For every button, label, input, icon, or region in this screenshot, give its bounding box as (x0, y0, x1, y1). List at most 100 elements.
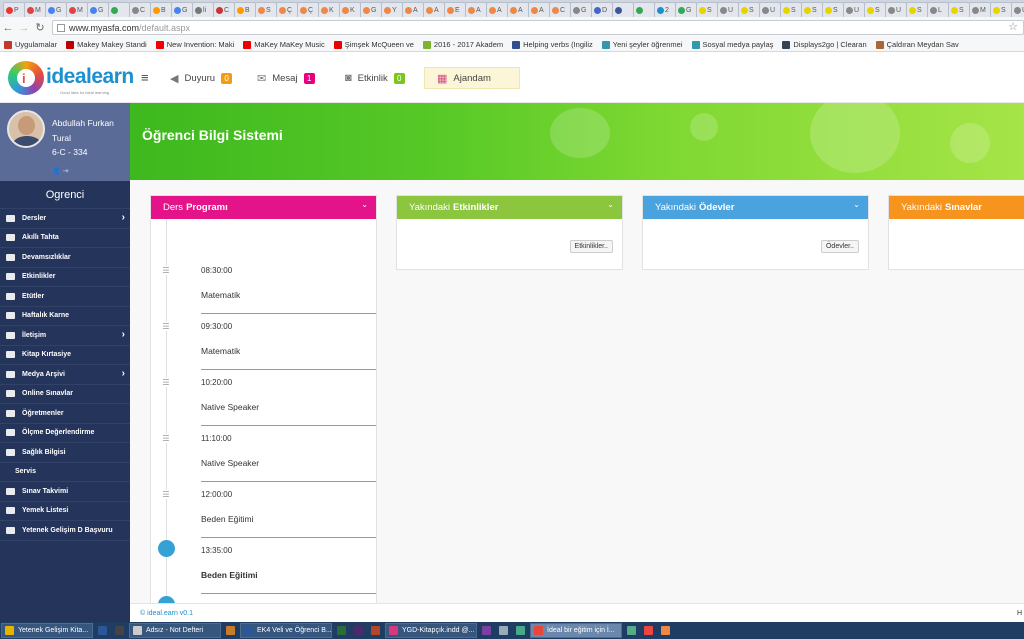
browser-tab[interactable]: D (591, 2, 613, 17)
browser-tab[interactable]: G (171, 2, 193, 17)
sidebar-item[interactable]: Medya Arşivi › (0, 365, 130, 385)
taskbar-item[interactable] (658, 623, 673, 638)
ders-programi-header[interactable]: Ders Programı ⌄ (151, 196, 376, 219)
ajandam-button[interactable]: ▦ Ajandam (424, 67, 520, 89)
bookmark-item[interactable]: 2016 - 2017 Akadem (422, 40, 503, 49)
etkinlik-button[interactable]: ◙ Etkinlik 0 (345, 67, 405, 89)
taskbar-item[interactable]: YGD-Kitapçık.indd @... (385, 623, 477, 638)
etkinlikler-button[interactable]: Etkinlikler.. (569, 240, 613, 253)
sidebar-item[interactable]: Online Sınavlar (0, 385, 130, 404)
chevron-down-icon[interactable]: ⌄ (853, 200, 860, 209)
odevler-button[interactable]: Ödevler.. (820, 240, 859, 253)
sidebar-item[interactable]: Ölçme Değerlendirme (0, 424, 130, 443)
browser-tab[interactable]: A (486, 2, 508, 17)
browser-tab[interactable]: K (339, 2, 361, 17)
browser-tab[interactable]: U (717, 2, 739, 17)
mesaj-button[interactable]: ✉ Mesaj 1 (257, 67, 315, 89)
browser-tab[interactable]: U (1011, 2, 1024, 17)
browser-tab[interactable] (612, 2, 634, 17)
chevron-down-icon[interactable]: ⌄ (607, 200, 614, 209)
sidebar-item[interactable]: Dersler › (0, 209, 130, 229)
browser-tab[interactable]: K (318, 2, 340, 17)
taskbar-item[interactable] (496, 623, 511, 638)
sidebar-item[interactable]: Etkinlikler (0, 268, 130, 287)
browser-tab[interactable]: S (822, 2, 844, 17)
bookmark-item[interactable]: Helping verbs (Ingiliz (512, 40, 593, 49)
etkinlikler-header[interactable]: Yakındaki Etkinlikler ⌄ (397, 196, 622, 219)
sidebar-item[interactable]: Öğretmenler (0, 404, 130, 424)
browser-tab[interactable]: S (738, 2, 760, 17)
browser-tab[interactable]: Ç (297, 2, 319, 17)
sidebar-item[interactable]: İletişim › (0, 326, 130, 346)
browser-tab[interactable]: G (45, 2, 67, 17)
menu-toggle-icon[interactable]: ≡ (141, 70, 149, 85)
taskbar-item[interactable] (479, 623, 494, 638)
url-input[interactable]: www.myasfa.com/default.aspx (52, 20, 1024, 35)
browser-tab[interactable]: Ç (276, 2, 298, 17)
browser-tab[interactable]: P (3, 2, 25, 17)
bookmark-item[interactable]: New Invention: Maki (155, 40, 234, 49)
sidebar-item[interactable]: Etütler (0, 287, 130, 307)
browser-tab[interactable]: U (759, 2, 781, 17)
browser-tab[interactable]: A (528, 2, 550, 17)
browser-tab[interactable]: A (465, 2, 487, 17)
browser-tab[interactable]: 2 (654, 2, 676, 17)
logout-icon[interactable]: ⇥ (63, 168, 69, 175)
taskbar-item[interactable] (334, 623, 349, 638)
sidebar-item[interactable]: Kitap Kırtasiye (0, 346, 130, 365)
browser-tab[interactable]: A (507, 2, 529, 17)
browser-tab[interactable]: M (969, 2, 991, 17)
browser-tab[interactable]: S (990, 2, 1012, 17)
taskbar-item[interactable]: İdeal bir eğitim için İ... (530, 623, 622, 638)
sidebar-item[interactable]: Sınav Takvimi (0, 482, 130, 502)
browser-tab[interactable]: S (801, 2, 823, 17)
bookmark-item[interactable]: Makey Makey Standi (66, 40, 147, 49)
browser-tab[interactable]: M (66, 2, 88, 17)
taskbar-item[interactable] (112, 623, 127, 638)
browser-tab[interactable]: S (255, 2, 277, 17)
browser-tab[interactable]: G (675, 2, 697, 17)
avatar[interactable] (7, 110, 45, 148)
browser-tab[interactable]: C (213, 2, 235, 17)
sidebar-item[interactable]: Yemek Listesi (0, 502, 130, 521)
browser-tab[interactable]: S (864, 2, 886, 17)
bookmark-star-icon[interactable]: ☆ (1008, 20, 1018, 33)
user-icon[interactable]: 👤 (52, 168, 61, 175)
taskbar-item[interactable] (223, 623, 238, 638)
browser-tab[interactable]: li (192, 2, 214, 17)
taskbar-item[interactable] (624, 623, 639, 638)
browser-tab[interactable]: U (885, 2, 907, 17)
bookmark-item[interactable]: Yeni şeyler öğrenmei (601, 40, 683, 49)
browser-tab[interactable]: B (234, 2, 256, 17)
browser-tab[interactable]: S (948, 2, 970, 17)
browser-tab[interactable]: C (129, 2, 151, 17)
browser-tab[interactable]: G (570, 2, 592, 17)
taskbar-item[interactable] (95, 623, 110, 638)
taskbar-item[interactable]: Adsız - Not Defteri (129, 623, 221, 638)
browser-tab[interactable]: S (780, 2, 802, 17)
bookmark-item[interactable]: Displays2go | Clearan (782, 40, 867, 49)
bookmark-item[interactable]: Çaldıran Meydan Sav (875, 40, 959, 49)
browser-tab[interactable]: U (843, 2, 865, 17)
sidebar-item[interactable]: Yetenek Gelişim D Başvuru (0, 521, 130, 541)
taskbar-item[interactable] (351, 623, 366, 638)
bookmark-item[interactable]: Sosyal medya paylaş (691, 40, 773, 49)
browser-tab[interactable]: G (360, 2, 382, 17)
browser-tab[interactable]: S (906, 2, 928, 17)
idealearn-logo[interactable]: i idealearn Good idea for ideal learning (8, 60, 134, 96)
taskbar-item[interactable]: Yetenek Gelişim Kita... (1, 623, 93, 638)
browser-tab[interactable]: L (927, 2, 949, 17)
browser-tab[interactable]: A (402, 2, 424, 17)
reload-icon[interactable]: ↻ (32, 21, 48, 34)
taskbar-item[interactable]: EK4 Veli ve Öğrenci B... (240, 623, 332, 638)
browser-tab[interactable]: C (549, 2, 571, 17)
browser-tab[interactable] (108, 2, 130, 17)
browser-tab[interactable]: A (423, 2, 445, 17)
bookmark-item[interactable]: MaKey MaKey Music (243, 40, 325, 49)
duyuru-button[interactable]: ◀ Duyuru 0 (170, 67, 233, 89)
forward-icon[interactable]: → (16, 22, 32, 34)
taskbar-item[interactable] (641, 623, 656, 638)
taskbar-item[interactable] (513, 623, 528, 638)
chevron-down-icon[interactable]: ⌄ (361, 200, 368, 209)
browser-tab[interactable]: S (696, 2, 718, 17)
